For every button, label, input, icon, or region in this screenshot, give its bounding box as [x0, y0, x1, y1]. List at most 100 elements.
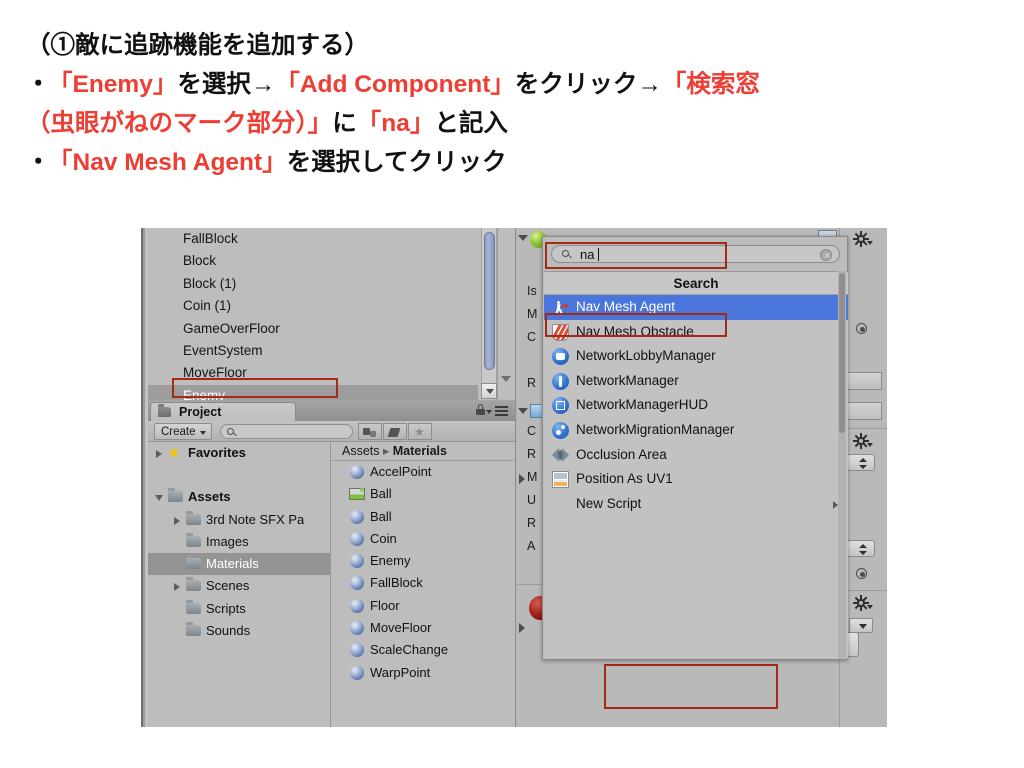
hierarchy-scroll-thumb[interactable] — [484, 232, 495, 370]
folder-icon — [186, 532, 201, 547]
tree-item-favorites[interactable]: ★ Favorites — [148, 442, 330, 464]
asset-item[interactable]: FallBlock — [332, 572, 515, 594]
hierarchy-item-block[interactable]: Block — [148, 250, 478, 272]
tree-item-3rd-note-sfx-pack[interactable]: 3rd Note SFX Pa — [148, 509, 330, 531]
asset-item[interactable]: MoveFloor — [332, 617, 515, 639]
component-item-network-lobby-manager[interactable]: NetworkLobbyManager — [544, 344, 848, 369]
network-manager-icon — [552, 372, 569, 390]
window-left-edge — [141, 228, 148, 727]
asset-item[interactable]: Ball — [332, 506, 515, 528]
component-item-network-manager[interactable]: NetworkManager — [544, 369, 848, 394]
stepper-control[interactable] — [847, 454, 875, 471]
inspector-label-fragment: U — [527, 493, 537, 507]
hierarchy-list[interactable]: FallBlock Block Block (1) Coin (1) GameO… — [148, 228, 478, 408]
tab-project[interactable]: Project — [150, 402, 296, 421]
inspector-label-fragment: R — [527, 376, 537, 390]
clear-search-icon[interactable] — [820, 249, 832, 261]
tree-item-label: Assets — [188, 489, 231, 505]
lock-icon[interactable] — [476, 404, 485, 415]
folder-icon — [186, 599, 201, 614]
hierarchy-item-gameoverfloor[interactable]: GameOverFloor — [148, 318, 478, 340]
object-picker-icon[interactable] — [856, 323, 867, 334]
component-item-nav-mesh-agent[interactable]: Nav Mesh Agent — [544, 295, 848, 320]
filter-by-type-button[interactable] — [358, 423, 382, 440]
nav-mesh-agent-icon — [552, 299, 569, 316]
tree-item-materials[interactable]: Materials — [148, 553, 330, 576]
asset-item[interactable]: Coin — [332, 528, 515, 550]
dropdown-scroll-thumb[interactable] — [839, 273, 845, 433]
search-query-text: na — [580, 247, 595, 262]
material-sphere-icon — [350, 531, 364, 546]
dropdown-control[interactable] — [849, 618, 873, 633]
project-panel: Project Create ★ ★ Favorites Assets 3rd … — [148, 400, 516, 727]
breadcrumb-current: Materials — [392, 444, 447, 458]
hierarchy-item-movefloor[interactable]: MoveFloor — [148, 362, 478, 384]
component-item-occlusion-area[interactable]: Occlusion Area — [544, 443, 848, 468]
component-label: New Script — [576, 495, 642, 511]
asset-label: WarpPoint — [370, 664, 431, 680]
hierarchy-scroll-down-button[interactable] — [481, 383, 497, 399]
tree-item-label: Materials — [206, 556, 259, 572]
component-item-network-migration-manager[interactable]: NetworkMigrationManager — [544, 418, 848, 443]
tree-item-images[interactable]: Images — [148, 531, 330, 553]
component-item-new-script[interactable]: New Script — [544, 492, 848, 517]
component-item-position-as-uv1[interactable]: Position As UV1 — [544, 467, 848, 492]
hierarchy-scrollbar[interactable] — [481, 228, 497, 383]
expand-arrow-icon[interactable] — [156, 450, 162, 458]
tree-item-assets[interactable]: Assets — [148, 486, 330, 508]
network-manager-hud-icon — [552, 397, 569, 415]
occlusion-area-icon — [552, 447, 569, 464]
chevron-down-icon[interactable] — [501, 376, 511, 382]
collapse-arrow-icon[interactable] — [518, 408, 528, 414]
asset-label: Ball — [370, 508, 392, 524]
expand-arrow-icon[interactable] — [519, 623, 525, 633]
asset-item[interactable]: Floor — [332, 595, 515, 617]
stepper-control[interactable] — [847, 540, 875, 557]
filter-by-label-button[interactable] — [383, 423, 407, 440]
gear-icon[interactable] — [853, 595, 873, 611]
tree-item-scenes[interactable]: Scenes — [148, 575, 330, 597]
component-item-nav-mesh-obstacle[interactable]: Nav Mesh Obstacle — [544, 320, 848, 345]
asset-item[interactable]: WarpPoint — [332, 662, 515, 684]
tree-item-scripts[interactable]: Scripts — [148, 598, 330, 620]
inspector-label-fragment: C — [527, 330, 537, 344]
tree-item-sounds[interactable]: Sounds — [148, 620, 330, 642]
hierarchy-item-coin-1[interactable]: Coin (1) — [148, 295, 478, 317]
create-button[interactable]: Create — [154, 423, 212, 440]
text-caret — [598, 248, 600, 261]
component-label: NetworkManagerHUD — [576, 397, 709, 413]
expand-arrow-icon[interactable] — [174, 583, 180, 592]
tab-project-label: Project — [179, 405, 222, 419]
expand-arrow-icon[interactable] — [519, 474, 525, 484]
folder-icon — [186, 622, 201, 637]
inspector-field[interactable] — [842, 402, 882, 420]
asset-item[interactable]: AccelPoint — [332, 461, 515, 483]
slide-text-block: （①敵に追跡機能を追加する） ・「Enemy」を選択→「Add Componen… — [26, 26, 1001, 182]
breadcrumb: Assets ▸ Materials — [332, 442, 515, 461]
inspector-label-fragment: R — [527, 447, 537, 461]
gear-icon[interactable] — [853, 231, 873, 247]
dropdown-scrollbar[interactable] — [838, 271, 846, 658]
component-label: NetworkManager — [576, 372, 679, 388]
breadcrumb-root[interactable]: Assets — [342, 444, 380, 458]
inspector-field[interactable] — [842, 372, 882, 390]
asset-item[interactable]: Ball — [332, 483, 515, 505]
gear-icon[interactable] — [853, 433, 873, 449]
hierarchy-item-block-1[interactable]: Block (1) — [148, 273, 478, 295]
inspector-label-fragment: Is — [527, 284, 537, 298]
hierarchy-item-eventsystem[interactable]: EventSystem — [148, 340, 478, 362]
object-picker-icon[interactable] — [856, 568, 867, 579]
component-search-input[interactable]: na — [551, 245, 840, 263]
asset-item[interactable]: Enemy — [332, 550, 515, 572]
collapse-arrow-icon[interactable] — [155, 495, 163, 502]
asset-item[interactable]: ScaleChange — [332, 639, 515, 661]
expand-arrow-icon[interactable] — [174, 516, 180, 525]
project-search-input[interactable] — [220, 424, 353, 439]
physic-material-icon — [349, 488, 365, 501]
component-item-network-manager-hud[interactable]: NetworkManagerHUD — [544, 393, 848, 418]
hierarchy-item-fallblock[interactable]: FallBlock — [148, 228, 478, 250]
collapse-arrow-icon[interactable] — [518, 235, 528, 241]
favorites-button[interactable]: ★ — [408, 423, 432, 440]
inspector-label-fragment: A — [527, 539, 536, 553]
panel-menu-icon[interactable] — [485, 406, 508, 418]
